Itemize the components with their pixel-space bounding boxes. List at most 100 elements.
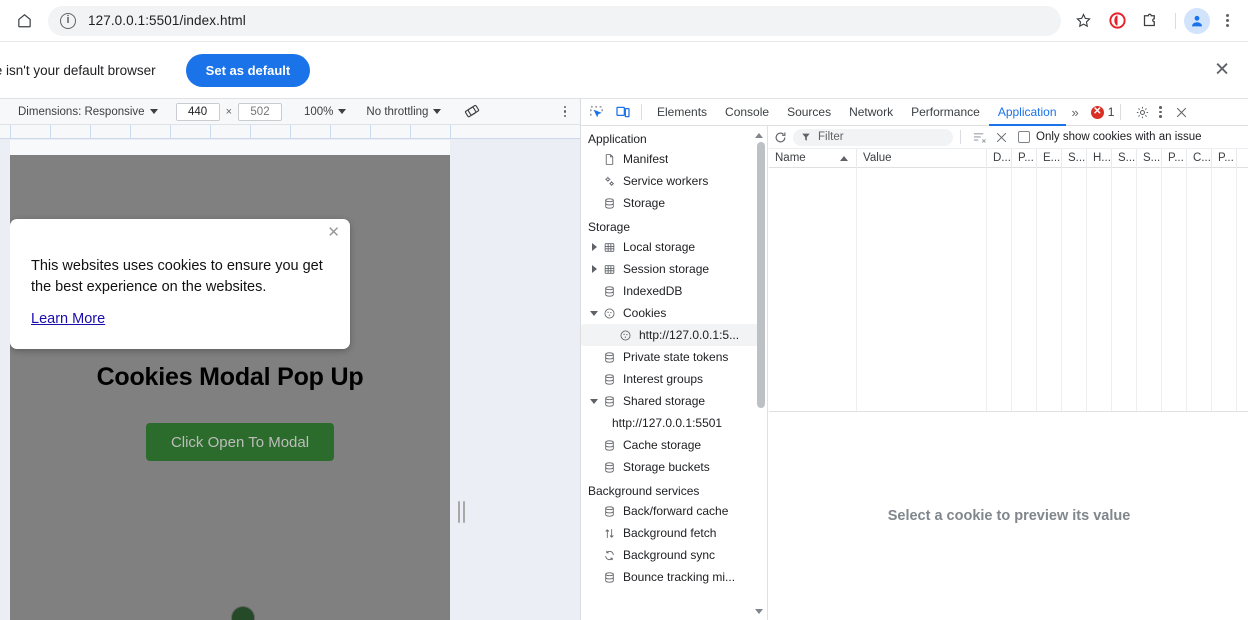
scroll-down-icon[interactable] — [754, 606, 764, 616]
home-icon[interactable] — [10, 7, 38, 35]
filter-input[interactable]: Filter — [793, 128, 953, 146]
column-header-p-3[interactable]: P... — [1012, 149, 1037, 168]
column-header-c-10[interactable]: C... — [1187, 149, 1212, 168]
column-header-e-4[interactable]: E... — [1037, 149, 1062, 168]
column-header-s-8[interactable]: S... — [1137, 149, 1162, 168]
only-show-issues-checkbox[interactable]: Only show cookies with an issue — [1018, 131, 1202, 143]
refresh-icon[interactable] — [769, 127, 791, 147]
viewport-width-input[interactable] — [175, 102, 220, 121]
gear-icon[interactable] — [1130, 101, 1154, 123]
viewport-height-input[interactable] — [238, 102, 282, 121]
open-modal-button[interactable]: Click Open To Modal — [146, 423, 334, 461]
column-header-label: S... — [1118, 152, 1136, 164]
column-header-s-5[interactable]: S... — [1062, 149, 1087, 168]
chevron-down-icon[interactable] — [588, 398, 600, 404]
column-header-name-0[interactable]: Name — [769, 149, 857, 168]
emulated-viewport: ✕ This websites uses cookies to ensure y… — [10, 140, 450, 620]
checkbox-box[interactable] — [1018, 131, 1030, 143]
sidebar-item-background-sync[interactable]: Background sync — [581, 544, 767, 566]
viewport-resize-handle[interactable] — [455, 498, 467, 526]
dimensions-dropdown[interactable]: Dimensions: Responsive — [14, 102, 162, 122]
tree-item-origin[interactable]: http://127.0.0.1:5501 — [581, 412, 767, 434]
sidebar-item-private-state-tokens[interactable]: Private state tokens — [581, 346, 767, 368]
tab-sources[interactable]: Sources — [778, 99, 840, 126]
sort-ascending-icon — [840, 156, 848, 161]
column-header-p-9[interactable]: P... — [1162, 149, 1187, 168]
sidebar-item-session-storage[interactable]: Session storage — [581, 258, 767, 280]
scrollbar-thumb[interactable] — [757, 142, 765, 408]
sidebar-item-cookies[interactable]: Cookies — [581, 302, 767, 324]
sidebar-scrollbar[interactable] — [754, 128, 765, 618]
tab-performance[interactable]: Performance — [902, 99, 989, 126]
bookmark-star-icon[interactable] — [1069, 7, 1097, 35]
sidebar-item-label: Storage — [623, 196, 666, 210]
database-icon — [600, 197, 618, 210]
clear-all-cookies-icon[interactable] — [968, 127, 990, 147]
tab-elements[interactable]: Elements — [648, 99, 716, 126]
error-badge[interactable]: ✕ 1 — [1090, 105, 1114, 119]
sidebar-item-bounce-tracking-mi[interactable]: Bounce tracking mi... — [581, 566, 767, 588]
close-icon[interactable] — [1170, 101, 1194, 123]
column-header-d-2[interactable]: D... — [987, 149, 1012, 168]
device-toolbar-menu-icon[interactable] — [563, 105, 566, 119]
table-column-body — [987, 168, 1012, 411]
profile-avatar-icon[interactable] — [1184, 7, 1210, 34]
zoom-dropdown[interactable]: 100% — [300, 102, 350, 122]
table-column-body — [1187, 168, 1212, 411]
chevron-down-icon[interactable] — [588, 310, 600, 316]
learn-more-link[interactable]: Learn More — [31, 311, 105, 327]
column-header-label: S... — [1068, 152, 1086, 164]
three-dot-menu-icon[interactable] — [1214, 8, 1240, 34]
sidebar-item-interest-groups[interactable]: Interest groups — [581, 368, 767, 390]
column-header-label: E... — [1043, 152, 1061, 164]
tab-console[interactable]: Console — [716, 99, 778, 126]
set-as-default-button[interactable]: Set as default — [185, 53, 311, 87]
database-icon — [600, 373, 618, 386]
table-column-body — [1112, 168, 1137, 411]
column-header-s-7[interactable]: S... — [1112, 149, 1137, 168]
sidebar-item-shared-storage[interactable]: Shared storage — [581, 390, 767, 412]
sidebar-item-storage[interactable]: Storage — [581, 192, 767, 214]
table-icon — [600, 241, 618, 254]
sidebar-item-label: http://127.0.0.1:5... — [639, 328, 740, 342]
extensions-puzzle-icon[interactable] — [1135, 7, 1163, 35]
clear-filtered-icon[interactable] — [990, 127, 1012, 147]
infobar-close-icon[interactable]: ✕ — [1214, 61, 1230, 80]
device-toolbar-icon[interactable] — [611, 101, 635, 123]
more-tabs-icon[interactable]: » — [1066, 105, 1085, 120]
tab-network[interactable]: Network — [840, 99, 902, 126]
sidebar-item-label: Service workers — [623, 174, 709, 188]
table-column-body — [1012, 168, 1037, 411]
rotate-device-icon[interactable] — [463, 103, 480, 120]
sidebar-item-service-workers[interactable]: Service workers — [581, 170, 767, 192]
column-header-h-6[interactable]: H... — [1087, 149, 1112, 168]
sidebar-item-background-fetch[interactable]: Background fetch — [581, 522, 767, 544]
cookie-consent-modal: ✕ This websites uses cookies to ensure y… — [10, 219, 350, 349]
inspect-element-icon[interactable] — [584, 101, 608, 123]
column-header-value-1[interactable]: Value — [857, 149, 987, 168]
throttling-dropdown[interactable]: No throttling — [362, 102, 445, 122]
scroll-up-icon[interactable] — [754, 130, 764, 140]
sidebar-item-indexeddb[interactable]: IndexedDB — [581, 280, 767, 302]
column-header-p-11[interactable]: P... — [1212, 149, 1237, 168]
application-sidebar-tree[interactable]: Application Manifest Service workers Storag… — [581, 126, 768, 620]
cookies-filter-toolbar: Filter Only show cookies with an issue — [769, 126, 1248, 149]
address-bar[interactable]: i 127.0.0.1:5501/index.html — [48, 5, 1061, 36]
cookies-table-body[interactable] — [769, 168, 1248, 411]
devtools-menu-icon[interactable] — [1159, 105, 1162, 119]
sync-icon — [600, 549, 618, 562]
modal-close-icon[interactable]: ✕ — [327, 225, 340, 240]
tree-section-header: Background services — [588, 484, 700, 498]
sidebar-item-storage-buckets[interactable]: Storage buckets — [581, 456, 767, 478]
dimensions-label: Dimensions: Responsive — [18, 105, 145, 118]
sidebar-item-local-storage[interactable]: Local storage — [581, 236, 767, 258]
chevron-right-icon[interactable] — [588, 243, 600, 251]
info-icon[interactable]: i — [60, 12, 76, 29]
chevron-right-icon[interactable] — [588, 265, 600, 273]
sidebar-item-back-forward-cache[interactable]: Back/forward cache — [581, 500, 767, 522]
tab-application[interactable]: Application — [989, 99, 1066, 126]
sidebar-item-manifest[interactable]: Manifest — [581, 148, 767, 170]
sidebar-item-cache-storage[interactable]: Cache storage — [581, 434, 767, 456]
sidebar-item-http-127-0-0-1-5[interactable]: http://127.0.0.1:5... — [581, 324, 759, 346]
red-circle-extension-icon[interactable] — [1103, 7, 1131, 35]
